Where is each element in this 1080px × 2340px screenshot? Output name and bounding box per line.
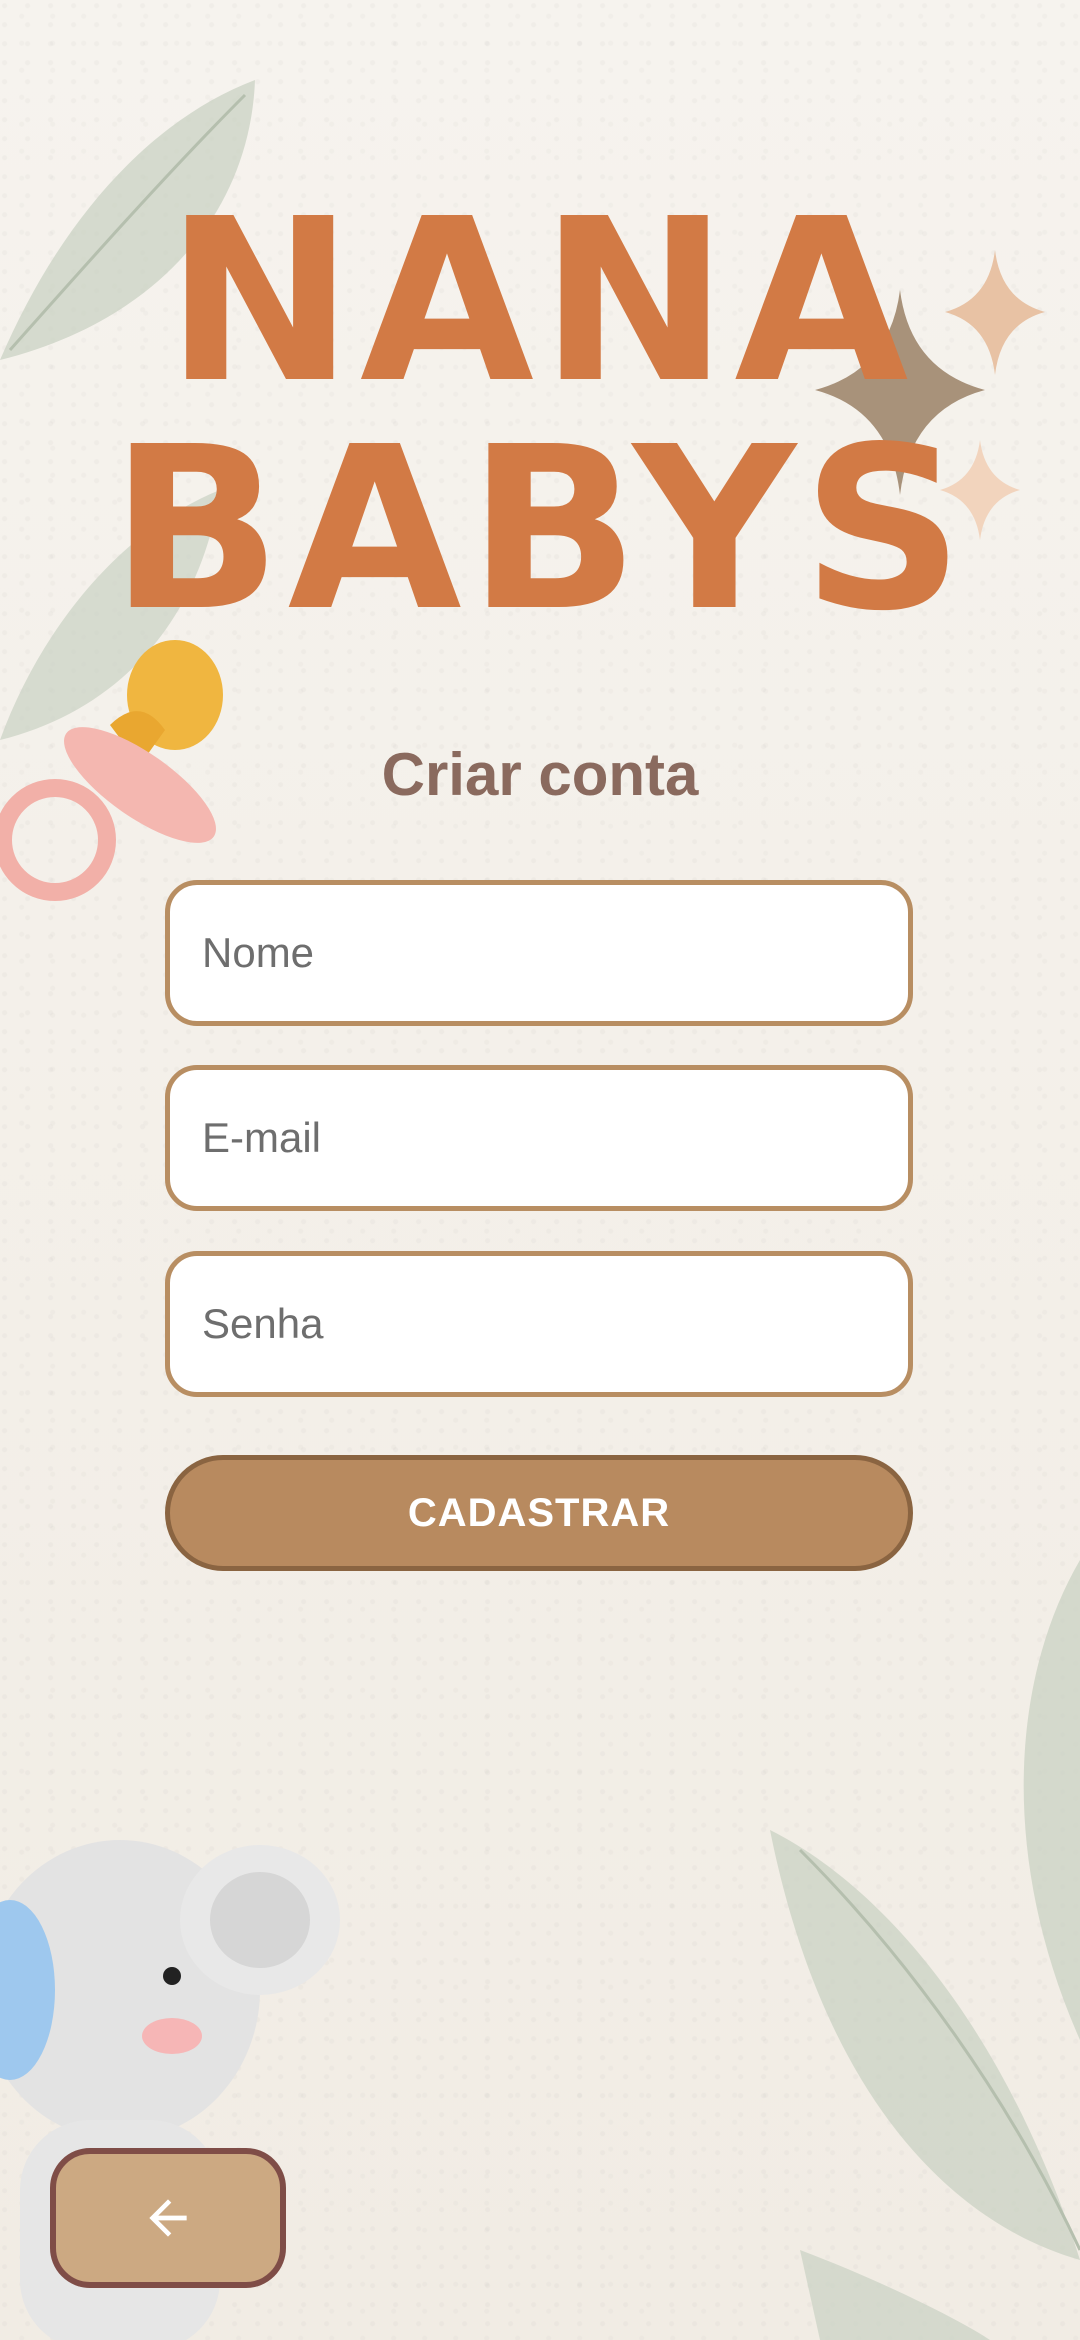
register-button[interactable]: CADASTRAR	[165, 1455, 913, 1571]
arrow-left-icon	[149, 2199, 187, 2237]
name-input[interactable]	[165, 880, 913, 1026]
logo-line-1: NANA	[165, 171, 915, 433]
leaf-decoration-bottom-right	[770, 1560, 1080, 2340]
page-title: Criar conta	[381, 741, 699, 808]
email-input[interactable]	[165, 1065, 913, 1211]
register-button-label: CADASTRAR	[407, 1490, 671, 1535]
back-button[interactable]	[50, 2148, 286, 2288]
logo-line-2: BABYS	[110, 399, 970, 661]
password-input[interactable]	[165, 1251, 913, 1397]
